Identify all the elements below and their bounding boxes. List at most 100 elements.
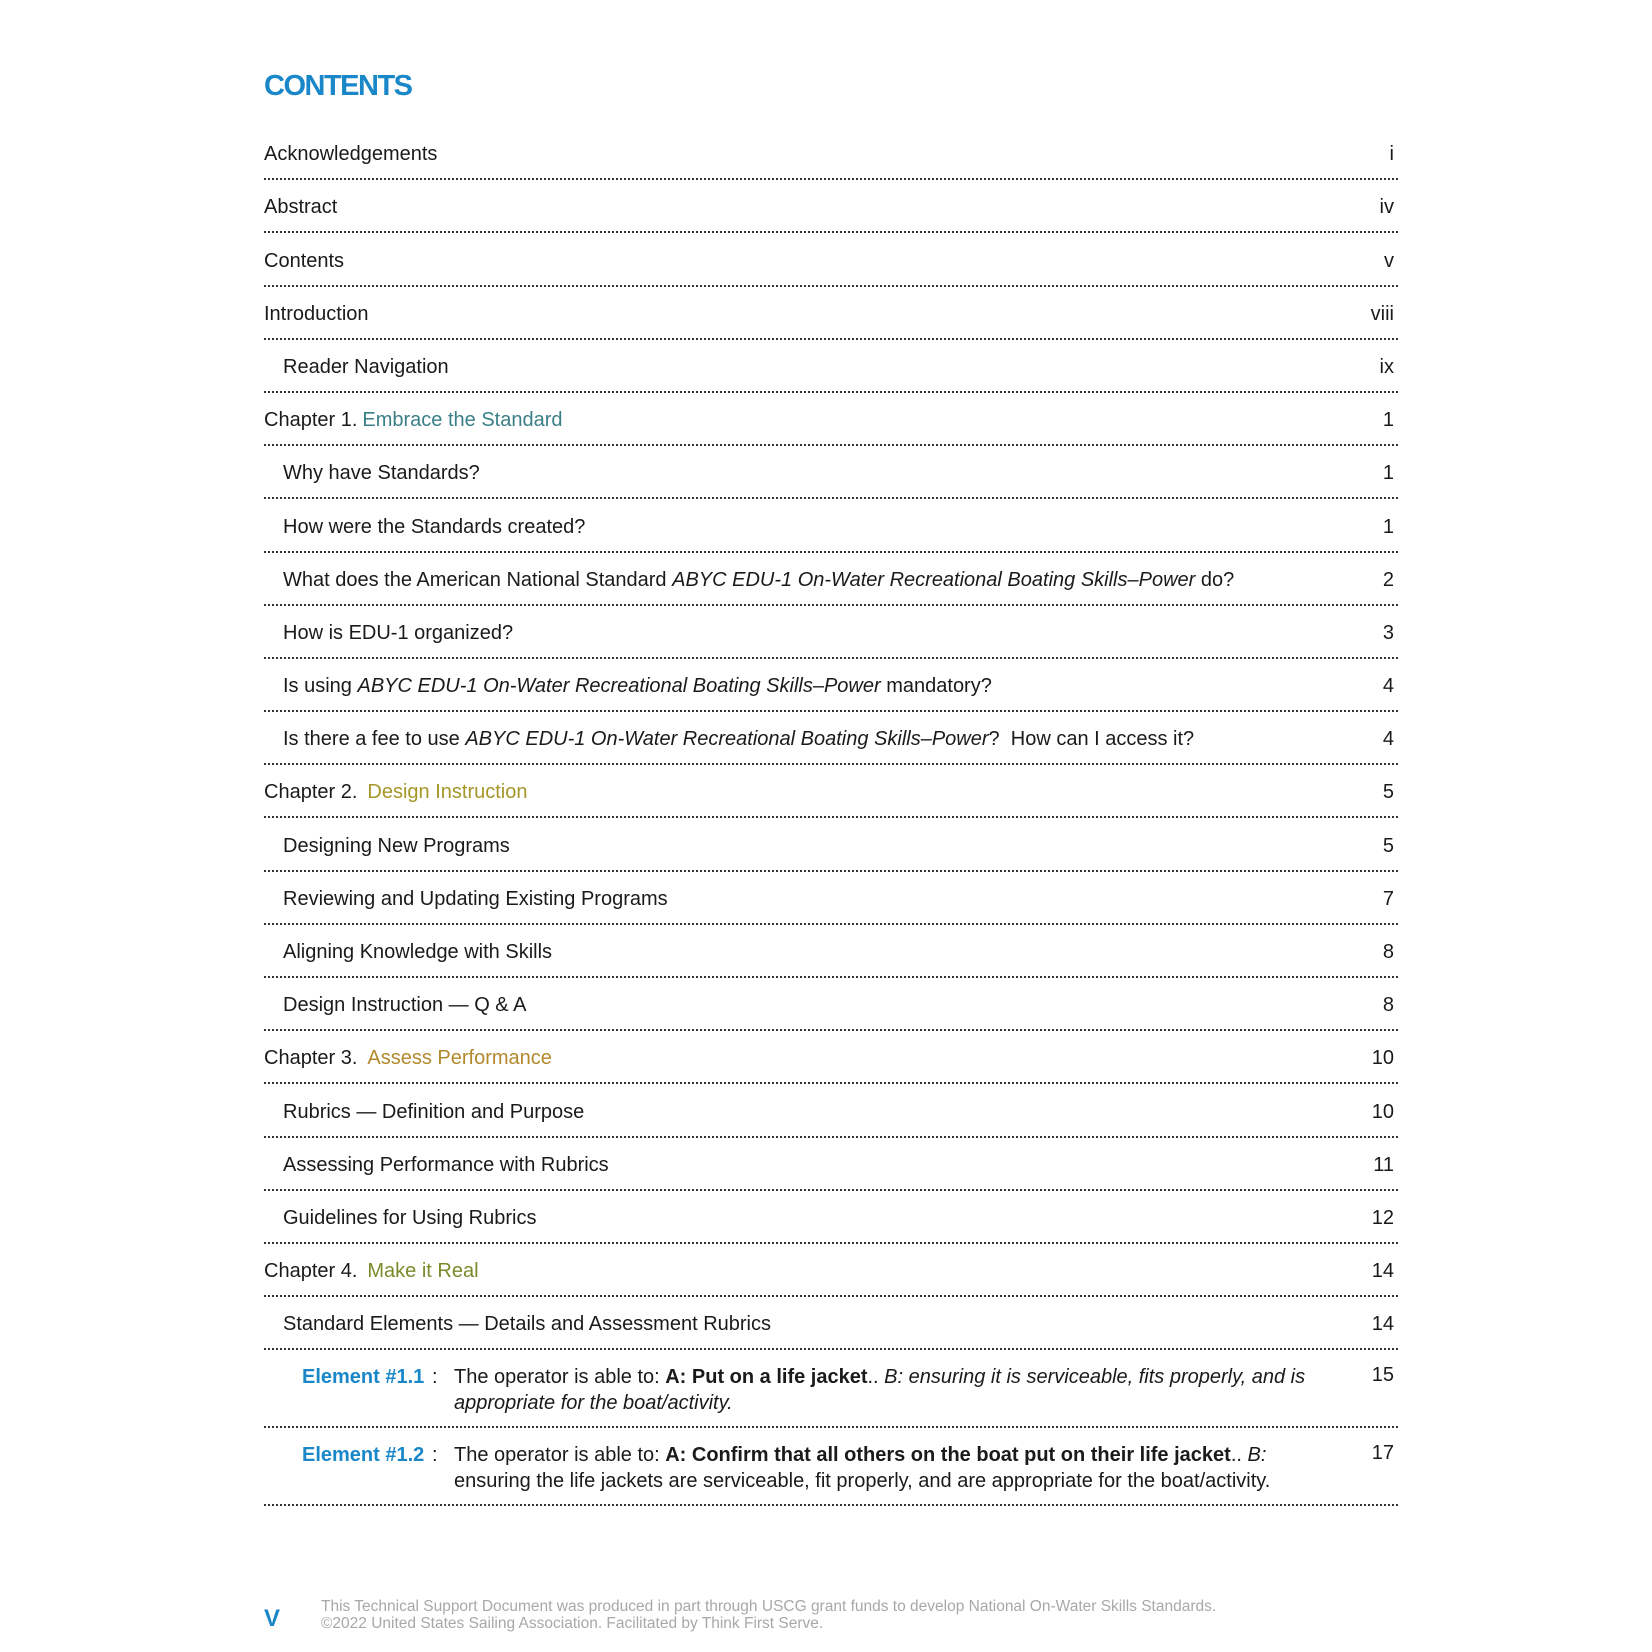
footer-line-2: ©2022 United States Sailing Association.… bbox=[321, 1615, 824, 1632]
toc-page-number: 11 bbox=[1373, 1153, 1394, 1176]
toc-entry-label: Reviewing and Updating Existing Programs bbox=[283, 887, 668, 910]
toc-element-1-2[interactable]: Element #1.2 : The operator is able to: … bbox=[264, 1428, 1398, 1507]
toc-chapter-label: Chapter 3. Assess Performance bbox=[264, 1047, 552, 1070]
element-bold-text: A: Put on a life jacket bbox=[665, 1366, 868, 1389]
toc-entry-is-using-mandatory[interactable]: Is using ABYC EDU-1 On-Water Recreationa… bbox=[264, 659, 1398, 713]
toc-entry-label: Aligning Knowledge with Skills bbox=[283, 941, 553, 963]
toc-entry-label: What does the American National Standard… bbox=[283, 569, 1234, 592]
toc-entry-label: Why have Standards? bbox=[283, 462, 480, 485]
toc-entry-guidelines-rubrics[interactable]: Guidelines for Using Rubrics 12 bbox=[264, 1191, 1398, 1244]
toc-entry-introduction[interactable]: Introduction viii bbox=[264, 287, 1398, 340]
toc-page-number: 10 bbox=[1371, 1100, 1394, 1123]
toc-page-number: iv bbox=[1379, 196, 1394, 219]
toc-entry-label: Contents bbox=[264, 249, 345, 272]
element-dots: .. bbox=[867, 1366, 879, 1389]
toc-element-1-1[interactable]: Element #1.1 : The operator is able to: … bbox=[264, 1350, 1398, 1429]
toc-entry-label: Reader Navigation bbox=[283, 355, 449, 378]
chapter-title: Assess Performance bbox=[367, 1047, 552, 1070]
toc-chapter-label: Chapter 2. Design Instruction bbox=[264, 781, 527, 804]
toc-page-number: 5 bbox=[1382, 834, 1394, 857]
toc-entry-label: Design Instruction — Q & A bbox=[283, 994, 527, 1017]
element-description: The operator is able to: A: Put on a lif… bbox=[454, 1364, 1334, 1416]
element-prefix: The operator is able to: bbox=[454, 1444, 666, 1467]
toc-page-number: 17 bbox=[1371, 1442, 1394, 1465]
toc-page-number: 8 bbox=[1382, 994, 1394, 1017]
table-of-contents: Acknowledgements i Abstract iv Contents … bbox=[264, 127, 1398, 1507]
label-italic: ABYC EDU-1 On-Water Recreational Boating… bbox=[357, 675, 881, 698]
toc-page-number: 4 bbox=[1382, 728, 1394, 751]
element-colon: : bbox=[432, 1366, 438, 1389]
toc-entry-aligning-knowledge[interactable]: Aligning Knowledge with Skills 8 bbox=[264, 925, 1398, 978]
toc-entry-reader-navigation[interactable]: Reader Navigation ix bbox=[264, 340, 1398, 393]
toc-page-number: i bbox=[1389, 143, 1394, 166]
toc-entry-abstract[interactable]: Abstract iv bbox=[264, 180, 1398, 234]
label-text: What does the American National Standard bbox=[283, 568, 673, 591]
toc-entry-standard-elements[interactable]: Standard Elements — Details and Assessme… bbox=[264, 1297, 1398, 1351]
toc-page-number: 7 bbox=[1382, 887, 1394, 910]
element-plain-text: ensuring the life jackets are serviceabl… bbox=[454, 1470, 1271, 1493]
toc-entry-label: Assessing Performance with Rubrics bbox=[283, 1153, 609, 1176]
toc-page-number: 3 bbox=[1382, 621, 1394, 644]
label-italic: ABYC EDU-1 On-Water Recreational Boating… bbox=[465, 728, 989, 751]
toc-entry-why-have-standards[interactable]: Why have Standards? 1 bbox=[264, 446, 1398, 500]
toc-entry-reviewing-programs[interactable]: Reviewing and Updating Existing Programs… bbox=[264, 872, 1398, 925]
chapter-title: Design Instruction bbox=[367, 781, 528, 804]
toc-entry-designing-new-programs[interactable]: Designing New Programs 5 bbox=[264, 818, 1398, 872]
toc-page-number: 12 bbox=[1371, 1206, 1394, 1229]
toc-entry-label: Abstract bbox=[264, 196, 338, 219]
footer-page-number: V bbox=[264, 1605, 281, 1632]
footer-line-1: This Technical Support Document was prod… bbox=[321, 1598, 1217, 1615]
toc-page-number: 10 bbox=[1371, 1047, 1394, 1070]
toc-entry-how-standards-created[interactable]: How were the Standards created? 1 bbox=[264, 499, 1398, 553]
toc-page-number: 1 bbox=[1382, 462, 1394, 485]
chapter-title: Make it Real bbox=[367, 1260, 479, 1283]
toc-entry-label: How were the Standards created? bbox=[283, 515, 586, 538]
toc-entry-assessing-performance[interactable]: Assessing Performance with Rubrics 11 bbox=[264, 1138, 1398, 1191]
toc-entry-label: Introduction bbox=[264, 302, 369, 325]
element-description: The operator is able to: A: Confirm that… bbox=[454, 1442, 1334, 1494]
toc-entry-label: Guidelines for Using Rubrics bbox=[283, 1206, 537, 1229]
element-bold-text: A: Confirm that all others on the boat p… bbox=[665, 1444, 1231, 1467]
label-text: do? bbox=[1195, 568, 1235, 591]
label-italic: ABYC EDU-1 On-Water Recreational Boating… bbox=[672, 568, 1196, 591]
toc-page-number: v bbox=[1384, 249, 1394, 272]
chapter-number: Chapter 4. bbox=[264, 1260, 358, 1283]
toc-page-number: 15 bbox=[1371, 1364, 1394, 1387]
toc-entry-how-is-edu1-organized[interactable]: How is EDU-1 organized? 3 bbox=[264, 606, 1398, 659]
toc-page-number: ix bbox=[1379, 355, 1394, 378]
toc-page-number: 1 bbox=[1382, 515, 1394, 538]
element-id: Element #1.1 bbox=[302, 1366, 425, 1389]
chapter-title: Embrace the Standard bbox=[362, 409, 563, 432]
toc-entry-label: Rubrics — Definition and Purpose bbox=[283, 1100, 585, 1123]
label-text: ? How can I access it? bbox=[988, 728, 1195, 751]
toc-chapter-1[interactable]: Chapter 1. Embrace the Standard 1 bbox=[264, 393, 1398, 447]
toc-chapter-label: Chapter 1. Embrace the Standard bbox=[264, 409, 563, 432]
toc-page-number: 1 bbox=[1382, 409, 1394, 432]
toc-page-number: viii bbox=[1370, 302, 1394, 325]
label-text: mandatory? bbox=[880, 675, 992, 698]
toc-page-number: 8 bbox=[1382, 941, 1394, 963]
toc-entry-acknowledgements[interactable]: Acknowledgements i bbox=[264, 127, 1398, 181]
element-prefix: The operator is able to: bbox=[454, 1366, 666, 1389]
footer-credits: This Technical Support Document was prod… bbox=[321, 1598, 1216, 1632]
toc-page-number: 4 bbox=[1382, 675, 1394, 698]
toc-page-number: 2 bbox=[1382, 568, 1394, 591]
toc-entry-is-there-a-fee[interactable]: Is there a fee to use ABYC EDU-1 On-Wate… bbox=[264, 712, 1398, 766]
toc-entry-label: Is using ABYC EDU-1 On-Water Recreationa… bbox=[283, 675, 992, 698]
toc-chapter-2[interactable]: Chapter 2. Design Instruction 5 bbox=[264, 765, 1398, 819]
toc-page-number: 14 bbox=[1371, 1260, 1394, 1283]
toc-page-number: 5 bbox=[1382, 781, 1394, 804]
element-dots: .. bbox=[1230, 1444, 1242, 1467]
toc-entry-what-does-standard-do[interactable]: What does the American National Standard… bbox=[264, 553, 1398, 606]
toc-entry-label: Standard Elements — Details and Assessme… bbox=[283, 1313, 771, 1336]
toc-chapter-4[interactable]: Chapter 4. Make it Real 14 bbox=[264, 1244, 1398, 1298]
toc-page-number: 14 bbox=[1371, 1313, 1394, 1336]
toc-entry-rubrics-definition[interactable]: Rubrics — Definition and Purpose 10 bbox=[264, 1084, 1398, 1138]
toc-chapter-3[interactable]: Chapter 3. Assess Performance 10 bbox=[264, 1031, 1398, 1085]
toc-entry-design-instruction-qa[interactable]: Design Instruction — Q & A 8 bbox=[264, 978, 1398, 1032]
toc-entry-contents[interactable]: Contents v bbox=[264, 233, 1398, 287]
toc-entry-label: Is there a fee to use ABYC EDU-1 On-Wate… bbox=[283, 728, 1194, 751]
page-title: CONTENTS bbox=[264, 70, 413, 102]
label-text: Is using bbox=[283, 675, 358, 698]
toc-entry-label: Designing New Programs bbox=[283, 834, 510, 857]
